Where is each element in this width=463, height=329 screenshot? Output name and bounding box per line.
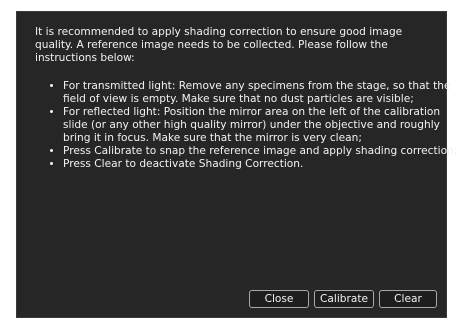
instruction-reflected-light: For reflected light: Position the mirror… — [63, 106, 458, 145]
instruction-transmitted-light: For transmitted light: Remove any specim… — [63, 80, 458, 106]
intro-text: It is recommended to apply shading corre… — [35, 26, 403, 64]
shading-correction-dialog: It is recommended to apply shading corre… — [16, 11, 457, 318]
close-button[interactable]: Close — [249, 290, 309, 308]
instructions-list: For transmitted light: Remove any specim… — [51, 80, 458, 171]
instruction-calibrate: Press Calibrate to snap the reference im… — [63, 145, 458, 158]
calibrate-button[interactable]: Calibrate — [314, 290, 374, 308]
clear-button[interactable]: Clear — [379, 290, 437, 308]
instruction-clear: Press Clear to deactivate Shading Correc… — [63, 158, 458, 171]
button-row: Close Calibrate Clear — [249, 290, 437, 308]
